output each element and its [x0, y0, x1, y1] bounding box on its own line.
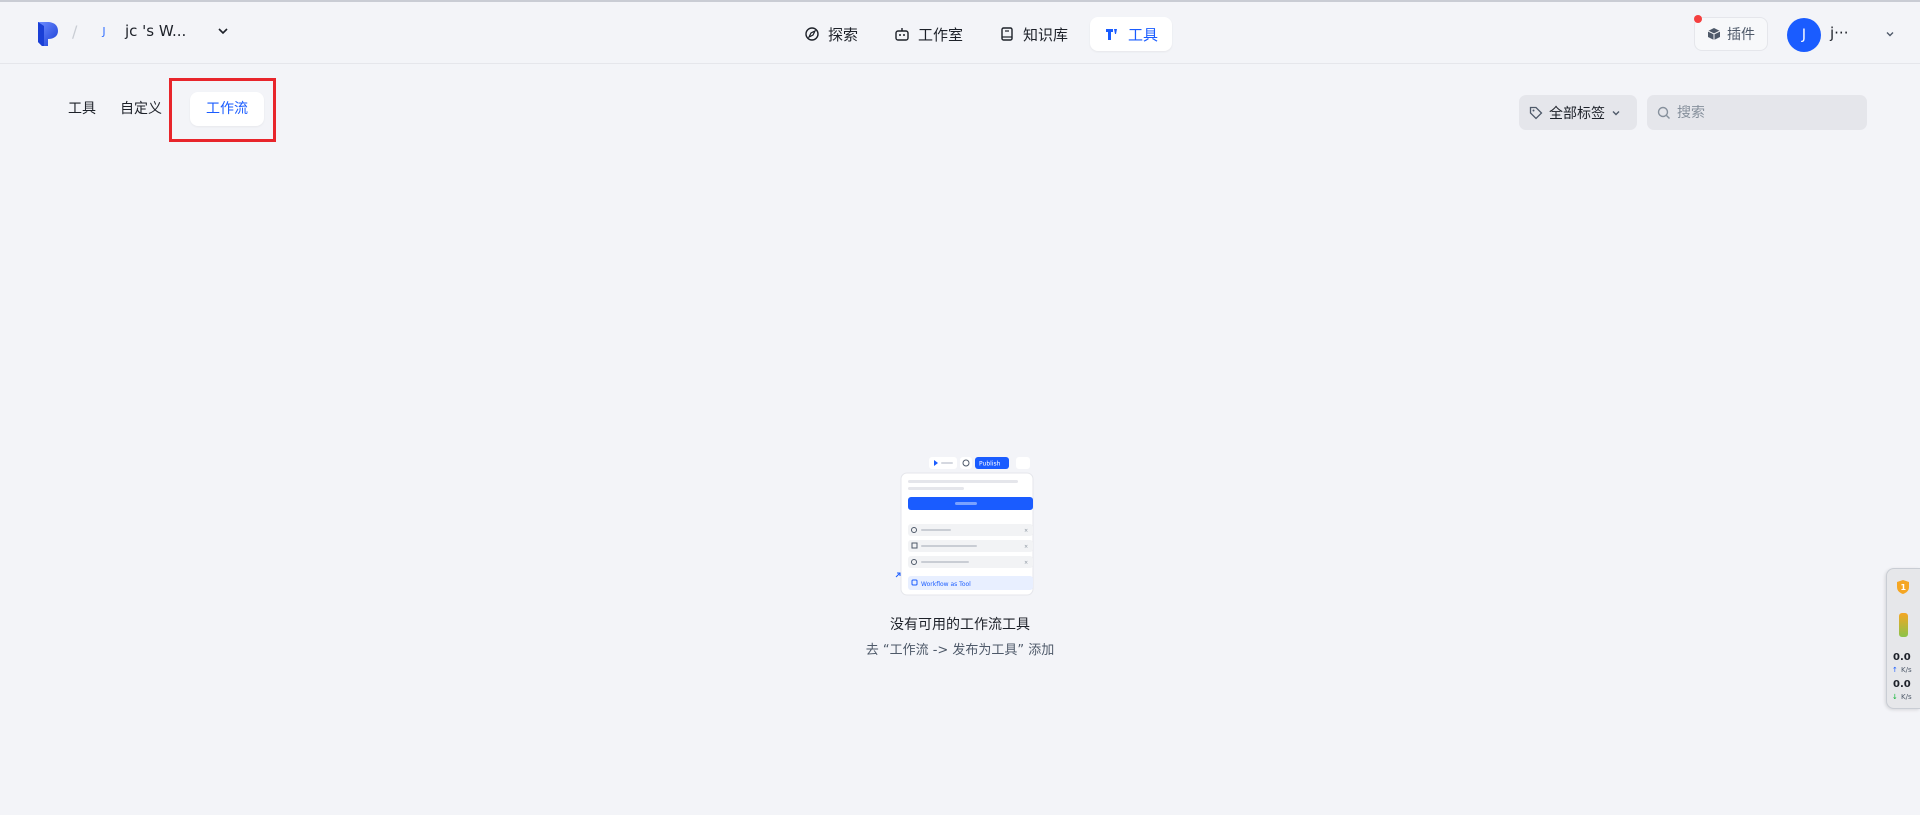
nav-tools-label: 工具	[1128, 25, 1159, 44]
book-icon	[1001, 27, 1013, 41]
search-box	[1647, 95, 1867, 130]
user-name[interactable]: j···	[1830, 24, 1848, 42]
robot-icon	[895, 28, 909, 41]
tag-filter-dropdown[interactable]: 全部标签	[1519, 95, 1637, 130]
workspace-avatar[interactable]: J	[96, 24, 112, 40]
workspace-name[interactable]: jc 's W...	[125, 22, 186, 40]
tool-type-tabs: 工具 自定义 工作流	[56, 92, 264, 126]
download-unit: K/s	[1901, 693, 1912, 701]
illustration-publish-label: Publish	[979, 461, 1001, 468]
chevron-down-icon[interactable]	[1885, 29, 1895, 39]
breadcrumb-separator: /	[72, 22, 78, 41]
top-bar: / J jc 's W... 探索 工作室 知识库 工具 插件 J j···	[0, 0, 1920, 64]
empty-state-subtitle: 去 “工作流 -> 发布为工具” 添加	[865, 643, 1055, 658]
tab-custom[interactable]: 自定义	[108, 92, 174, 126]
svg-text:×: ×	[1024, 544, 1028, 550]
tool-icon	[1106, 29, 1118, 40]
nav-studio[interactable]: 工作室	[880, 17, 977, 51]
svg-text:×: ×	[1024, 528, 1028, 534]
tag-filter-label: 全部标签	[1549, 105, 1605, 122]
notification-dot	[1694, 15, 1702, 23]
speed-meter	[1899, 613, 1908, 637]
plugin-button[interactable]: 插件	[1694, 17, 1768, 51]
chevron-down-icon[interactable]	[216, 24, 230, 38]
svg-text:×: ×	[1024, 560, 1028, 566]
user-avatar[interactable]: J	[1787, 18, 1821, 52]
plugin-label: 插件	[1727, 27, 1755, 43]
nav-knowledge[interactable]: 知识库	[985, 17, 1082, 51]
chevron-down-icon	[1612, 110, 1620, 115]
search-input[interactable]	[1677, 104, 1847, 121]
nav-tools[interactable]: 工具	[1090, 17, 1173, 51]
upload-arrow-icon: ↑	[1892, 666, 1898, 674]
svg-text:1: 1	[1901, 583, 1907, 592]
explore-icon	[805, 27, 819, 41]
network-speed-widget[interactable]: 1 0.0 ↑ K/s 0.0 ↓ K/s	[1886, 568, 1920, 709]
nav-studio-label: 工作室	[918, 25, 964, 44]
empty-state-illustration: Publish × × × Workflow as Tool	[895, 457, 1034, 596]
illustration-card-label: Workflow as Tool	[921, 581, 971, 588]
app-logo[interactable]	[36, 20, 60, 48]
nav-explore-label: 探索	[828, 25, 859, 44]
download-speed: 0.0	[1893, 679, 1911, 690]
main-nav: 探索 工作室 知识库 工具	[790, 17, 1173, 51]
nav-knowledge-label: 知识库	[1023, 25, 1069, 44]
cube-icon	[1707, 28, 1721, 40]
download-arrow-icon: ↓	[1892, 693, 1898, 701]
shield-icon: 1	[1897, 580, 1909, 594]
upload-unit: K/s	[1901, 666, 1912, 674]
tab-tools[interactable]: 工具	[56, 92, 108, 126]
tab-workflow[interactable]: 工作流	[190, 92, 264, 126]
tag-icon	[1529, 106, 1543, 119]
nav-explore[interactable]: 探索	[790, 17, 872, 51]
upload-speed: 0.0	[1893, 652, 1911, 663]
empty-state-title: 没有可用的工作流工具	[890, 617, 1030, 633]
search-icon	[1657, 106, 1670, 119]
